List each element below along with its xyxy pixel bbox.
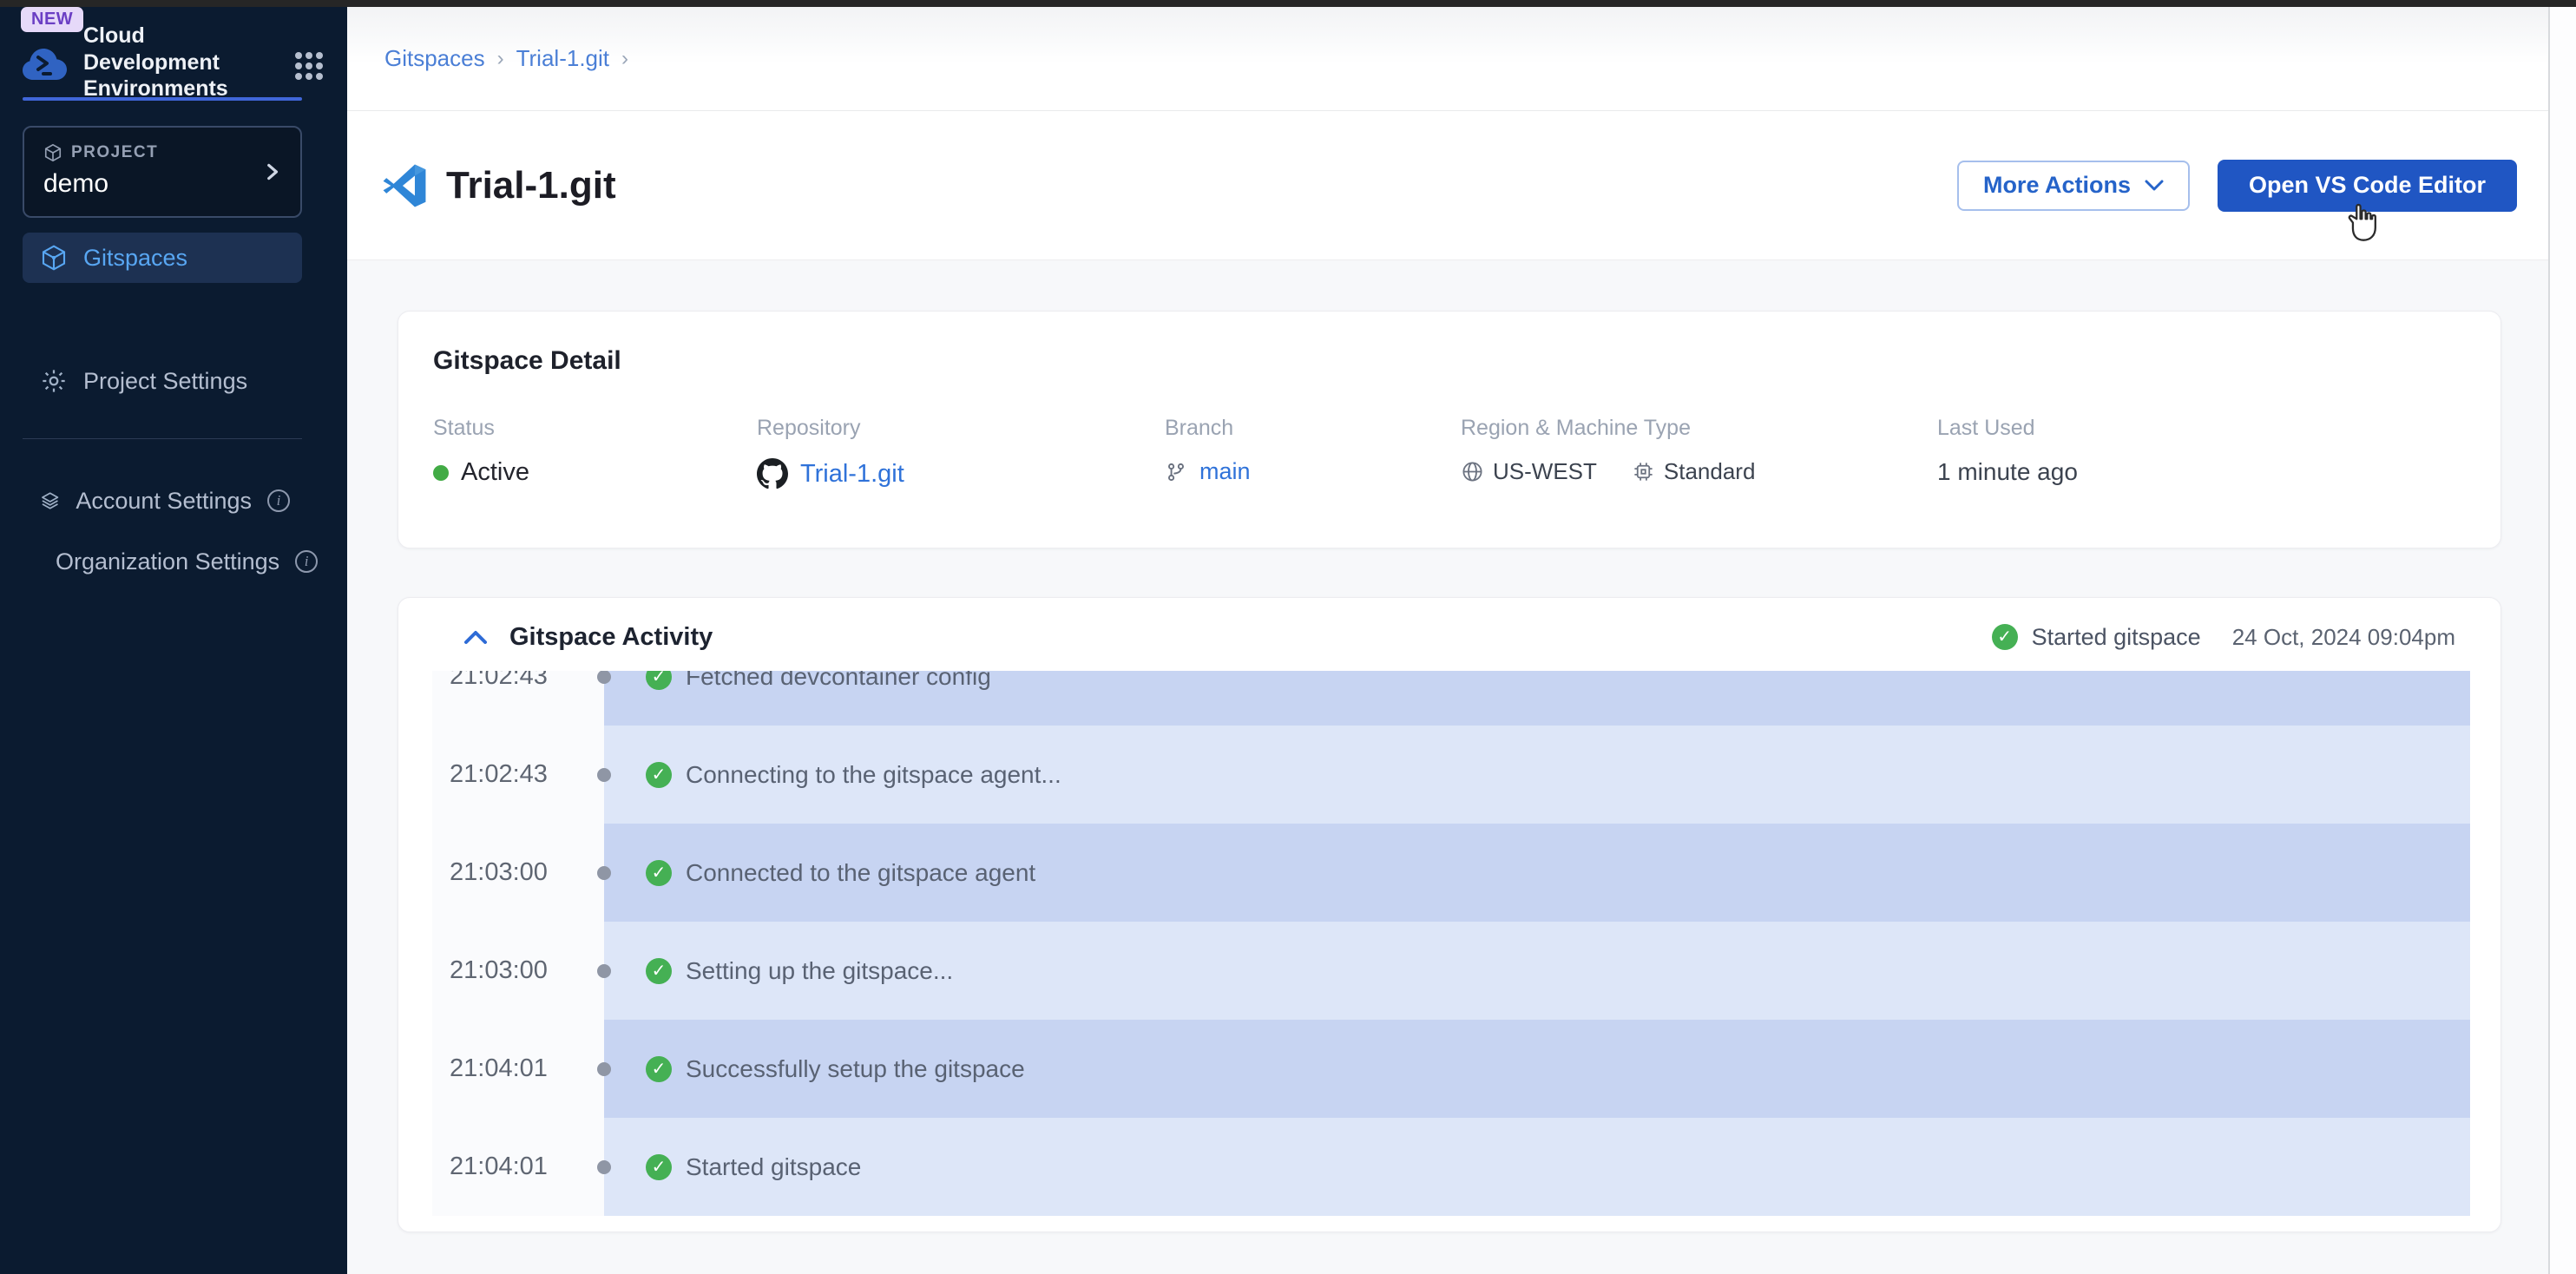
chevron-down-icon [2145, 180, 2164, 192]
last-used-value: 1 minute ago [1937, 458, 2078, 486]
breadcrumb-repo-link[interactable]: Trial-1.git [516, 45, 609, 72]
cpu-icon [1632, 460, 1655, 483]
open-vscode-editor-label: Open VS Code Editor [2249, 172, 2486, 199]
log-row: 21:04:01 ✓ Started gitspace [432, 1118, 2470, 1216]
log-message: Connecting to the gitspace agent... [686, 761, 1061, 789]
gitspaces-cube-icon [40, 244, 68, 272]
log-timestamp: 21:03:00 [432, 824, 604, 922]
log-timestamp: 21:02:43 [432, 726, 604, 824]
activity-heading: Gitspace Activity [509, 623, 713, 652]
check-circle-icon: ✓ [646, 958, 672, 984]
log-timestamp: 21:04:01 [432, 1118, 604, 1216]
breadcrumb-separator: › [621, 47, 628, 71]
status-label: Status [433, 416, 757, 441]
status-active-dot [433, 465, 449, 481]
sidebar-item-account-settings[interactable]: Account Settings i [23, 476, 302, 526]
last-used-label: Last Used [1937, 416, 2466, 441]
detail-heading: Gitspace Detail [433, 346, 2466, 376]
detail-field-region-machine: Region & Machine Type US-WEST [1461, 416, 1937, 485]
sidebar-item-label: Organization Settings [56, 548, 279, 575]
account-settings-icon [40, 487, 60, 515]
check-circle-icon: ✓ [1992, 624, 2018, 650]
log-row: 21:03:00 ✓ Setting up the gitspace... [432, 922, 2470, 1020]
sidebar-divider [23, 438, 302, 439]
activity-status-text: Started gitspace [2032, 624, 2201, 651]
region-value: US-WEST [1493, 458, 1597, 485]
page-scrollbar[interactable] [2548, 7, 2576, 1274]
log-message: Fetched devcontainer config [686, 671, 991, 691]
check-circle-icon: ✓ [646, 671, 672, 690]
more-actions-button[interactable]: More Actions [1957, 161, 2190, 211]
sidebar-item-project-settings[interactable]: Project Settings [23, 356, 302, 406]
sidebar-item-label: Project Settings [83, 368, 290, 395]
page-header: Trial-1.git More Actions Open VS Code Ed… [347, 111, 2550, 260]
app-title: Cloud Development Environments [83, 23, 266, 102]
check-circle-icon: ✓ [646, 1154, 672, 1180]
cde-logo-cloud-icon [21, 45, 69, 82]
detail-field-last-used: Last Used 1 minute ago [1937, 416, 2466, 486]
sidebar-item-organization-settings[interactable]: Organization Settings i [23, 536, 302, 587]
vscode-icon [382, 163, 427, 208]
repository-label: Repository [757, 416, 1165, 441]
detail-field-branch: Branch main [1165, 416, 1461, 485]
project-name: demo [43, 169, 281, 199]
activity-status-time: 24 Oct, 2024 09:04pm [2232, 624, 2455, 651]
detail-field-status: Status Active [433, 416, 757, 487]
mouse-pointer-hand-icon [2342, 201, 2382, 246]
activity-log-viewport[interactable]: 21:02:43 ✓ Fetched devcontainer config 2… [432, 671, 2470, 1216]
project-cube-icon [43, 143, 62, 162]
branch-label: Branch [1165, 416, 1461, 441]
log-row: 21:04:01 ✓ Successfully setup the gitspa… [432, 1020, 2470, 1118]
log-message: Setting up the gitspace... [686, 957, 953, 985]
log-timestamp: 21:04:01 [432, 1020, 604, 1118]
breadcrumb-gitspaces-link[interactable]: Gitspaces [384, 45, 485, 72]
detail-field-repository: Repository Trial-1.git [757, 416, 1165, 489]
gear-icon [40, 367, 68, 395]
git-branch-icon [1165, 460, 1187, 484]
status-value: Active [461, 458, 529, 487]
github-icon [757, 458, 788, 489]
region-machine-label: Region & Machine Type [1461, 416, 1937, 441]
page-title: Trial-1.git [446, 164, 616, 207]
project-selector[interactable]: PROJECT demo [23, 126, 302, 218]
branch-link[interactable]: main [1199, 458, 1251, 485]
project-label: PROJECT [71, 143, 158, 162]
browser-top-bar [0, 0, 2576, 7]
log-message: Connected to the gitspace agent [686, 859, 1035, 887]
sidebar-accent-underline [23, 97, 302, 101]
sidebar-item-gitspaces[interactable]: Gitspaces [23, 233, 302, 283]
activity-header: Gitspace Activity ✓ Started gitspace 24 … [398, 598, 2500, 671]
check-circle-icon: ✓ [646, 860, 672, 886]
check-circle-icon: ✓ [646, 762, 672, 788]
log-message: Successfully setup the gitspace [686, 1055, 1025, 1083]
repository-link[interactable]: Trial-1.git [800, 460, 904, 489]
breadcrumb-separator: › [497, 47, 504, 71]
gitspace-detail-card: Gitspace Detail Status Active Repository [398, 311, 2501, 548]
sidebar: NEW Cloud Development Environments PROJE… [0, 7, 347, 1274]
chevron-right-icon [260, 159, 283, 185]
check-circle-icon: ✓ [646, 1056, 672, 1082]
log-timestamp: 21:03:00 [432, 922, 604, 1020]
collapse-chevron-up-icon[interactable] [463, 628, 489, 646]
log-timestamp: 21:02:43 [432, 671, 604, 726]
page-body: Gitspace Detail Status Active Repository [347, 260, 2550, 1274]
globe-icon [1461, 460, 1484, 483]
machine-type-value: Standard [1664, 458, 1756, 485]
info-icon[interactable]: i [267, 489, 290, 512]
gitspace-activity-card: Gitspace Activity ✓ Started gitspace 24 … [398, 597, 2501, 1232]
log-message: Started gitspace [686, 1153, 861, 1181]
info-icon[interactable]: i [295, 550, 318, 573]
main-content: Gitspaces › Trial-1.git › Trial-1.git Mo… [347, 7, 2550, 1274]
sidebar-item-label: Gitspaces [83, 245, 290, 272]
module-grid-icon[interactable] [295, 52, 302, 59]
new-badge: NEW [21, 7, 83, 32]
more-actions-label: More Actions [1983, 172, 2131, 199]
sidebar-item-label: Account Settings [76, 488, 252, 515]
log-row: 21:02:43 ✓ Connecting to the gitspace ag… [432, 726, 2470, 824]
log-row: 21:02:43 ✓ Fetched devcontainer config [432, 671, 2470, 726]
log-row: 21:03:00 ✓ Connected to the gitspace age… [432, 824, 2470, 922]
breadcrumb: Gitspaces › Trial-1.git › [347, 7, 2550, 111]
